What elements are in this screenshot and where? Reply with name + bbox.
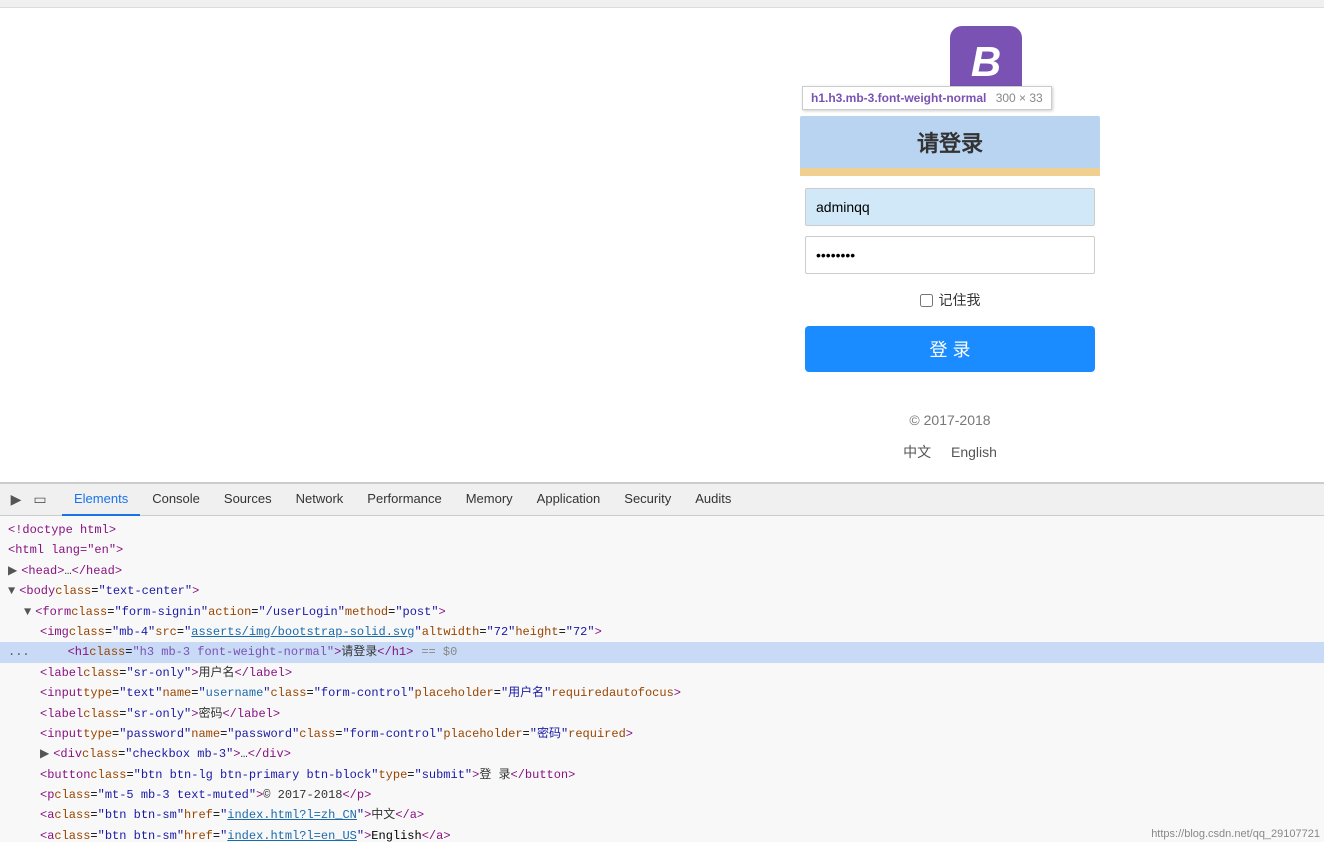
devtools-code-panel[interactable]: <!doctype html> <html lang="en"> ▶ <head… (0, 516, 1324, 844)
code-line-label-user: <label class="sr-only" >用户名</label> (0, 663, 1324, 683)
login-title: 请登录 (800, 116, 1100, 168)
code-line-h1[interactable]: ... <h1 class="h3 mb-3 font-weight-norma… (0, 642, 1324, 662)
code-line-lang-zh: <a class="btn btn-sm" href="index.html?l… (0, 805, 1324, 825)
code-line-form[interactable]: ▼ <form class="form-signin" action="/use… (0, 602, 1324, 622)
devtools-tooltip: h1.h3.mb-3.font-weight-normal 300 × 33 (802, 86, 1052, 110)
tab-application[interactable]: Application (525, 484, 613, 516)
devtools-toolbar: ▶ ▭ Elements Console Sources Network Per… (0, 484, 1324, 516)
code-line-lang-en: <a class="btn btn-sm" href="index.html?l… (0, 826, 1324, 844)
tooltip-dimensions: 300 × 33 (996, 91, 1043, 105)
code-line-checkbox-div[interactable]: ▶ <div class="checkbox mb-3" >…</div> (0, 744, 1324, 764)
code-line-button: <button class="btn btn-lg btn-primary bt… (0, 765, 1324, 785)
browser-top-bar (0, 0, 1324, 8)
remember-label: 记住我 (939, 290, 981, 310)
code-line-html: <html lang="en"> (0, 540, 1324, 560)
code-line-img: <img class="mb-4" src="asserts/img/boots… (0, 622, 1324, 642)
tab-network[interactable]: Network (284, 484, 356, 516)
username-input[interactable] (805, 188, 1095, 226)
code-line-input-user: <input type="text" name="username" class… (0, 683, 1324, 703)
lang-en-link[interactable]: English (951, 444, 997, 460)
code-line-copyright: <p class="mt-5 mb-3 text-muted" >© 2017-… (0, 785, 1324, 805)
code-line-label-pwd: <label class="sr-only" >密码</label> (0, 704, 1324, 724)
code-line-body[interactable]: ▼ <body class="text-center" > (0, 581, 1324, 601)
language-links: 中文 English (800, 442, 1100, 462)
login-divider (800, 168, 1100, 176)
tab-console[interactable]: Console (140, 484, 212, 516)
code-line-doctype: <!doctype html> (0, 520, 1324, 540)
devtools-tabs: Elements Console Sources Network Perform… (62, 484, 743, 515)
inspect-element-button[interactable]: ▶ (4, 488, 28, 512)
tab-sources[interactable]: Sources (212, 484, 284, 516)
code-line-input-pwd: <input type="password" name="password" c… (0, 724, 1324, 744)
login-container: 请登录 记住我 登 录 © 2017-2018 中文 English (800, 116, 1100, 462)
copyright-text: © 2017-2018 (800, 412, 1100, 428)
bootstrap-letter: B (971, 38, 1001, 86)
tab-audits[interactable]: Audits (683, 484, 743, 516)
tab-performance[interactable]: Performance (355, 484, 453, 516)
tooltip-selector: h1.h3.mb-3.font-weight-normal (811, 91, 986, 105)
device-toolbar-button[interactable]: ▭ (28, 488, 52, 512)
login-button[interactable]: 登 录 (805, 326, 1095, 372)
remember-row: 记住我 (800, 290, 1100, 310)
devtools-panel: ▶ ▭ Elements Console Sources Network Per… (0, 482, 1324, 842)
remember-checkbox[interactable] (920, 294, 933, 307)
lang-zh-link[interactable]: 中文 (903, 444, 931, 460)
password-input[interactable] (805, 236, 1095, 274)
main-content: B h1.h3.mb-3.font-weight-normal 300 × 33… (0, 8, 1324, 490)
status-url: https://blog.csdn.net/qq_29107721 (1151, 828, 1320, 840)
devtools-icon-buttons: ▶ ▭ (4, 488, 52, 512)
code-line-head[interactable]: ▶ <head>…</head> (0, 561, 1324, 581)
tab-memory[interactable]: Memory (454, 484, 525, 516)
tab-elements[interactable]: Elements (62, 484, 140, 516)
tab-security[interactable]: Security (612, 484, 683, 516)
